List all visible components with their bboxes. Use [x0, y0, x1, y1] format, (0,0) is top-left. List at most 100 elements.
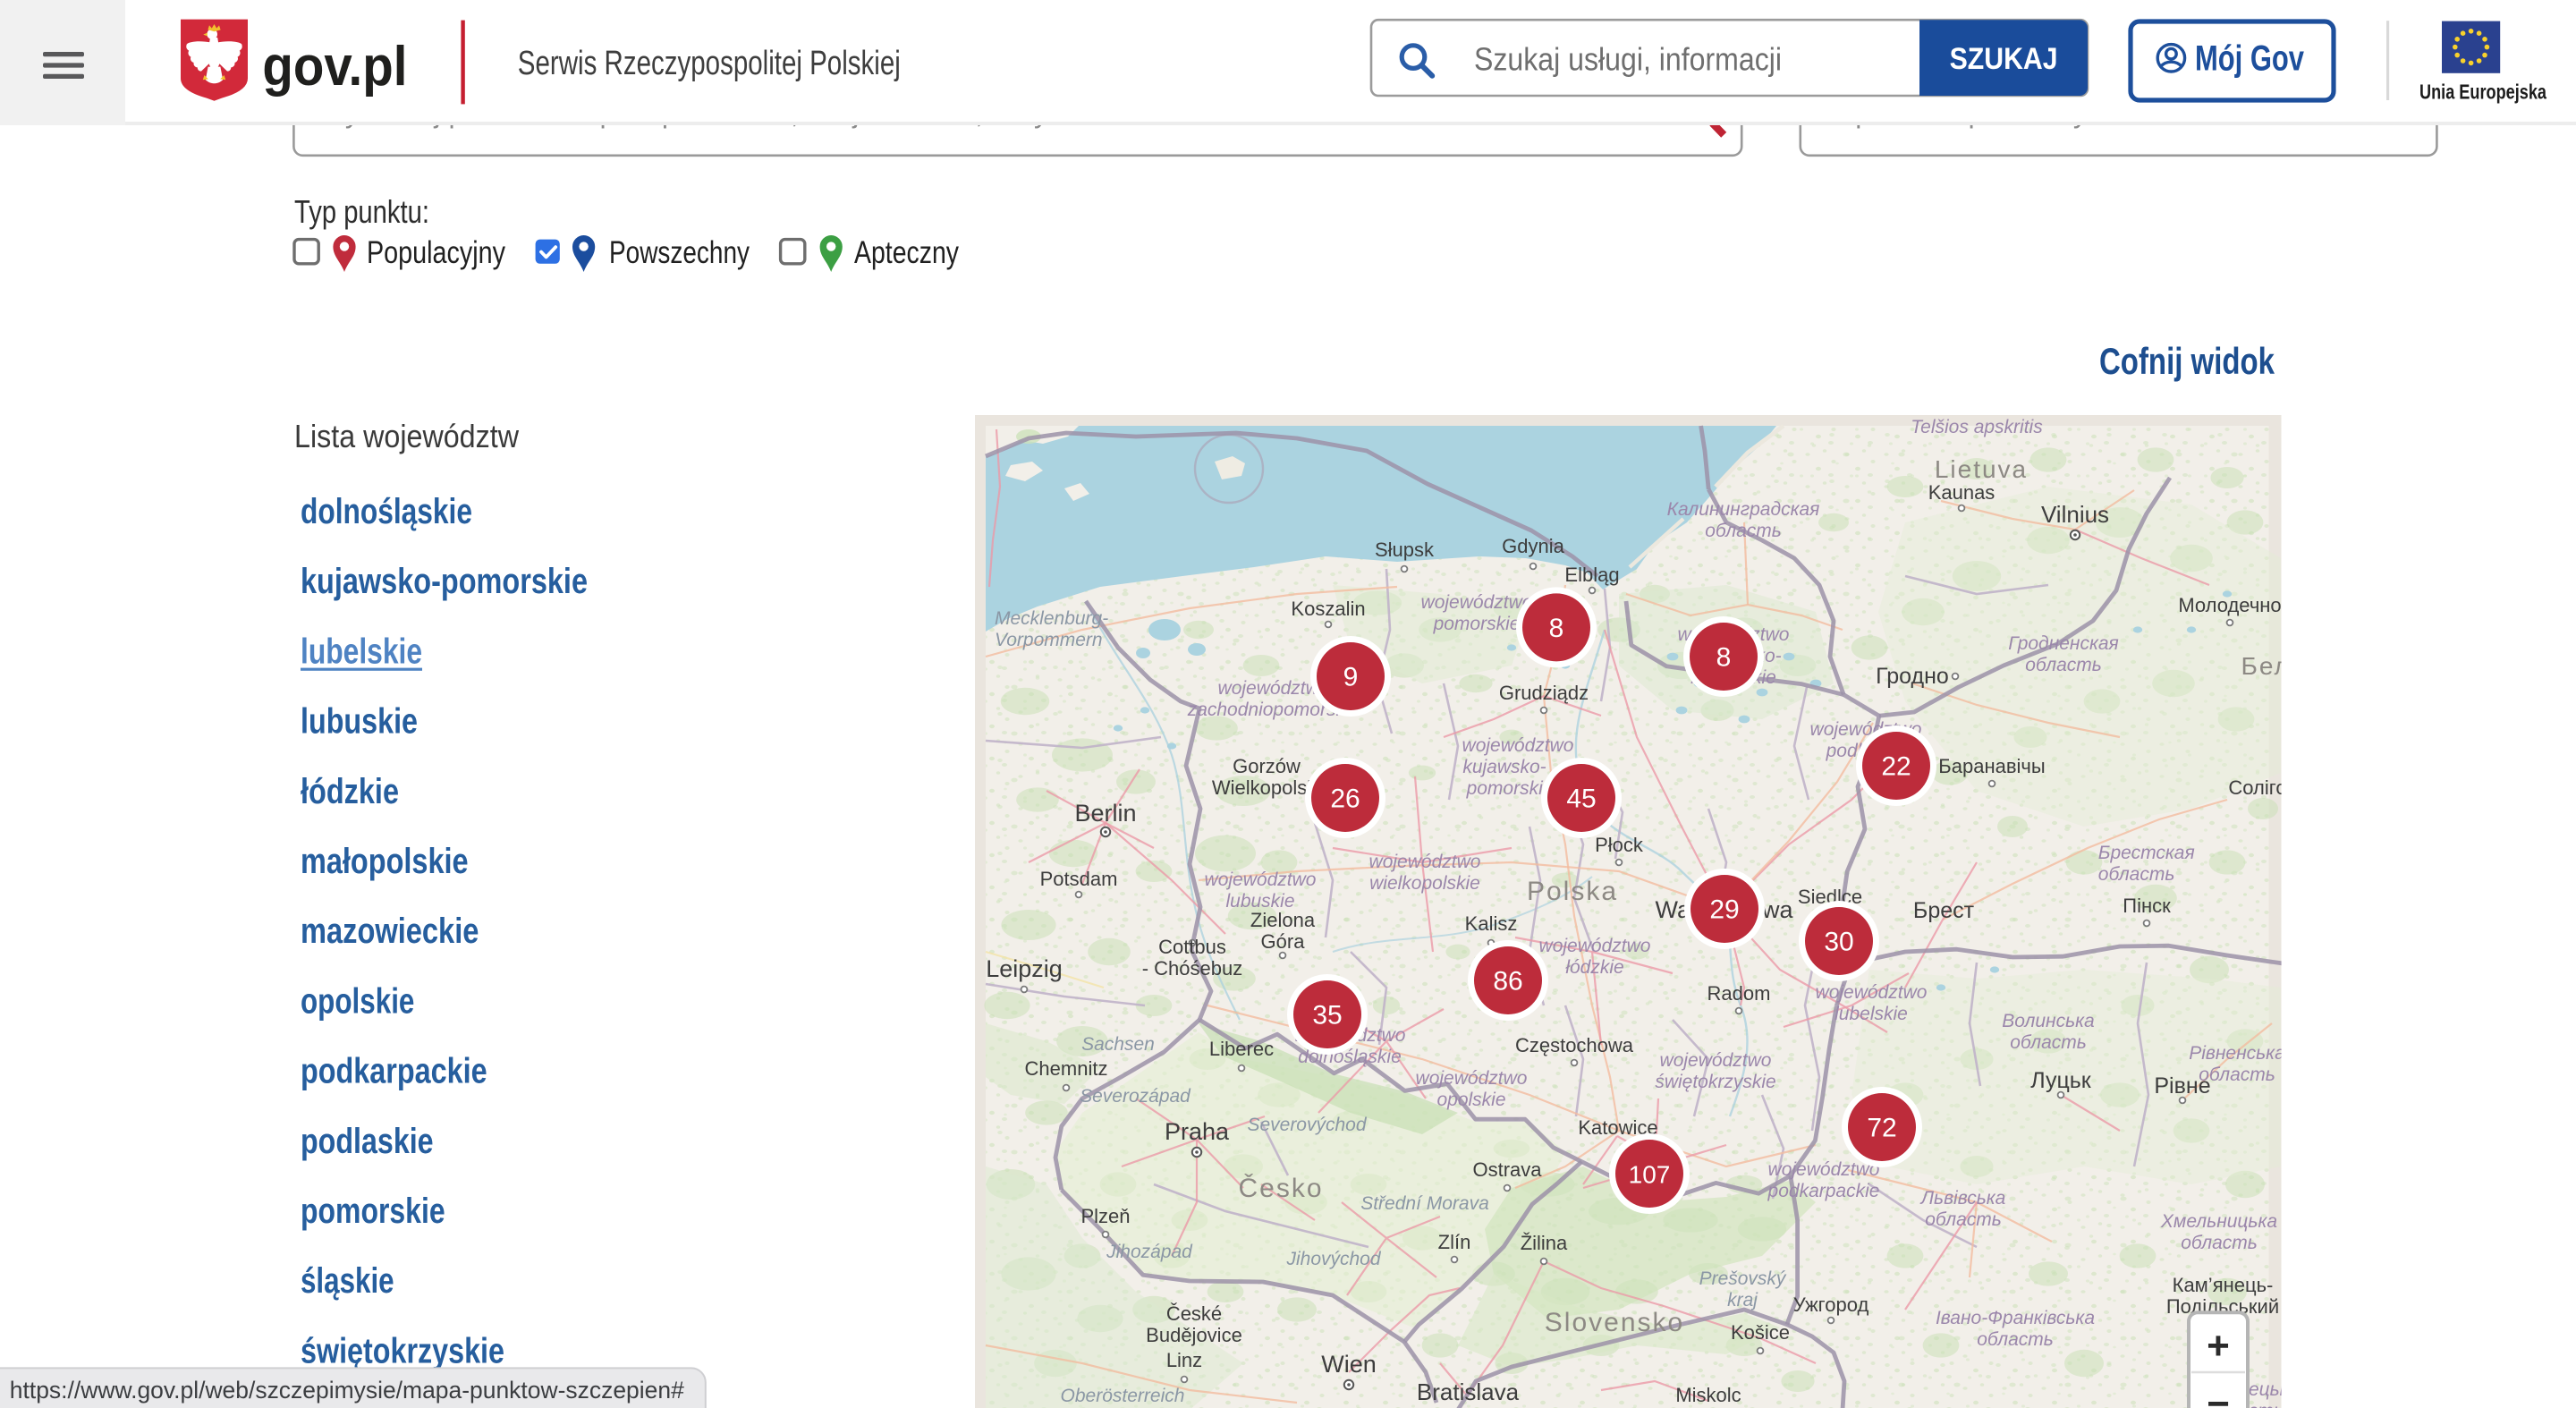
svg-text:województwo: województwo: [1369, 852, 1481, 872]
svg-text:Львівська: Львівська: [1919, 1188, 2006, 1209]
svg-text:Хмельницька: Хмельницька: [2160, 1211, 2277, 1232]
svg-text:Powszechny: Powszechny: [609, 235, 750, 270]
svg-text:Leipzig: Leipzig: [986, 955, 1063, 982]
svg-text:- Chóśebuz: - Chóśebuz: [1142, 957, 1243, 980]
svg-text:gov.pl: gov.pl: [262, 36, 407, 98]
svg-text:Gorzów: Gorzów: [1233, 755, 1301, 777]
svg-text:Кам’янець-: Кам’янець-: [2173, 1274, 2274, 1296]
svg-text:Budějovice: Budějovice: [1146, 1324, 1242, 1346]
svg-text:świętokrzyskie: świętokrzyskie: [1655, 1072, 1775, 1092]
svg-text:opolskie: opolskie: [1436, 1090, 1505, 1110]
svg-text:Praha: Praha: [1165, 1118, 1230, 1145]
svg-text:Oberösterreich: Oberösterreich: [1061, 1386, 1185, 1406]
svg-text:Ужгород: Ужгород: [1793, 1293, 1869, 1316]
svg-text:Polska: Polska: [1527, 877, 1618, 906]
svg-text:Волинська: Волинська: [2002, 1011, 2094, 1031]
svg-text:Gdynia: Gdynia: [1502, 535, 1564, 557]
svg-text:Пінск: Пінск: [2123, 895, 2171, 917]
svg-text:Košice: Košice: [1731, 1321, 1790, 1344]
svg-text:pomorskie: pomorskie: [1433, 614, 1521, 634]
svg-text:województwo: województwo: [1205, 869, 1317, 890]
svg-text:dolnośląskie: dolnośląskie: [301, 492, 472, 531]
svg-text:Severovýchod: Severovýchod: [1247, 1115, 1367, 1135]
svg-text:Vilnius: Vilnius: [2041, 501, 2109, 528]
svg-text:województwo: województwo: [1421, 592, 1533, 613]
svg-text:86: 86: [1493, 966, 1522, 996]
svg-text:Гродно: Гродно: [1876, 664, 1949, 689]
svg-text:−: −: [2207, 1382, 2230, 1408]
svg-text:Vorpommern: Vorpommern: [995, 630, 1103, 650]
svg-text:область: область: [2010, 1032, 2087, 1053]
svg-text:Jihozápad: Jihozápad: [1106, 1242, 1193, 1262]
svg-text:Plzeň: Plzeň: [1080, 1205, 1130, 1227]
svg-text:Potsdam: Potsdam: [1040, 868, 1118, 890]
svg-text:Bratislava: Bratislava: [1417, 1378, 1520, 1405]
svg-text:Słupsk: Słupsk: [1375, 539, 1435, 561]
svg-text:podkarpackie: podkarpackie: [1767, 1181, 1880, 1201]
svg-text:область: область: [2199, 1064, 2275, 1085]
svg-text:Zlín: Zlín: [1438, 1231, 1471, 1253]
svg-text:Typ punktu:: Typ punktu:: [294, 193, 429, 230]
svg-text:województwo: województwo: [1416, 1068, 1528, 1089]
svg-text:podlaskie: podlaskie: [301, 1122, 434, 1161]
svg-text:wielkopolskie: wielkopolskie: [1369, 873, 1480, 894]
svg-text:Брестская: Брестская: [2098, 843, 2195, 863]
svg-text:Prešovský: Prešovský: [1699, 1268, 1787, 1289]
svg-text:Mój Gov: Mój Gov: [2195, 39, 2305, 79]
svg-text:Ostrava: Ostrava: [1472, 1158, 1542, 1181]
svg-text:Střední Morava: Střední Morava: [1360, 1193, 1489, 1214]
svg-text:8: 8: [1716, 642, 1732, 672]
svg-text:Kalisz: Kalisz: [1465, 912, 1518, 935]
svg-text:Serwis Rzeczypospolitej Polski: Serwis Rzeczypospolitej Polskiej: [518, 45, 901, 82]
svg-text:Miskolc: Miskolc: [1675, 1384, 1741, 1406]
svg-text:область: область: [2098, 864, 2175, 885]
svg-text:Severozápad: Severozápad: [1080, 1086, 1191, 1107]
svg-text:lubelskie: lubelskie: [301, 632, 422, 671]
svg-text:małopolskie: małopolskie: [301, 842, 469, 881]
svg-text:45: 45: [1566, 784, 1596, 813]
svg-text:29: 29: [1709, 895, 1739, 924]
svg-text:lubuskie: lubuskie: [1225, 891, 1294, 912]
svg-text:łódzkie: łódzkie: [1565, 957, 1623, 978]
svg-text:Populacyjny: Populacyjny: [367, 235, 505, 270]
svg-text:Jihovýchod: Jihovýchod: [1285, 1249, 1381, 1269]
svg-text:lubelskie: lubelskie: [1835, 1004, 1908, 1024]
svg-text:pomorskie: pomorskie: [301, 1192, 445, 1231]
svg-text:Zielona: Zielona: [1250, 909, 1316, 931]
svg-text:České: České: [1166, 1302, 1222, 1325]
svg-text:województwo: województwo: [1539, 936, 1651, 956]
svg-text:Slovensko: Slovensko: [1545, 1308, 1684, 1337]
svg-text:22: 22: [1881, 751, 1911, 781]
svg-text:Elbląg: Elbląg: [1564, 564, 1619, 586]
svg-text:podkarpackie: podkarpackie: [301, 1052, 487, 1091]
svg-text:Луцьк: Луцьк: [2030, 1068, 2092, 1093]
svg-text:Lista województw: Lista województw: [294, 418, 520, 454]
svg-text:Liberec: Liberec: [1209, 1038, 1274, 1060]
svg-text:województwo: województwo: [1660, 1050, 1772, 1071]
svg-text:Wien: Wien: [1321, 1351, 1377, 1378]
svg-text:Česko: Česko: [1238, 1173, 1323, 1203]
svg-text:Cofnij widok: Cofnij widok: [2099, 340, 2275, 382]
svg-text:Płock: Płock: [1595, 834, 1644, 856]
svg-text:Рівненська: Рівненська: [2189, 1043, 2285, 1064]
svg-text:Соліго: Соліго: [2228, 776, 2286, 799]
svg-text:Częstochowa: Częstochowa: [1515, 1034, 1634, 1056]
svg-text:Калининградская: Калининградская: [1667, 499, 1820, 520]
svg-text:lubuskie: lubuskie: [301, 702, 418, 742]
svg-text:mazowieckie: mazowieckie: [301, 912, 479, 951]
svg-text:Radom: Radom: [1707, 982, 1771, 1005]
svg-text:opolskie: opolskie: [301, 981, 414, 1021]
svg-text:https://www.gov.pl/web/szczepi: https://www.gov.pl/web/szczepimysie/mapa…: [10, 1377, 684, 1404]
svg-text:Góra: Góra: [1261, 930, 1306, 953]
svg-text:Kaunas: Kaunas: [1928, 481, 1996, 504]
svg-text:9: 9: [1343, 662, 1359, 691]
svg-text:область: область: [2181, 1233, 2258, 1253]
svg-text:Chemnitz: Chemnitz: [1025, 1057, 1108, 1080]
svg-text:72: 72: [1867, 1113, 1896, 1142]
svg-text:łódzkie: łódzkie: [301, 772, 399, 811]
svg-text:Баранавічы: Баранавічы: [1938, 755, 2045, 777]
svg-text:область: область: [1705, 521, 1782, 541]
svg-text:Lietuva: Lietuva: [1935, 455, 2028, 483]
svg-text:Івано-Франківська: Івано-Франківська: [1936, 1308, 2095, 1328]
svg-text:Cottbus: Cottbus: [1158, 936, 1226, 958]
